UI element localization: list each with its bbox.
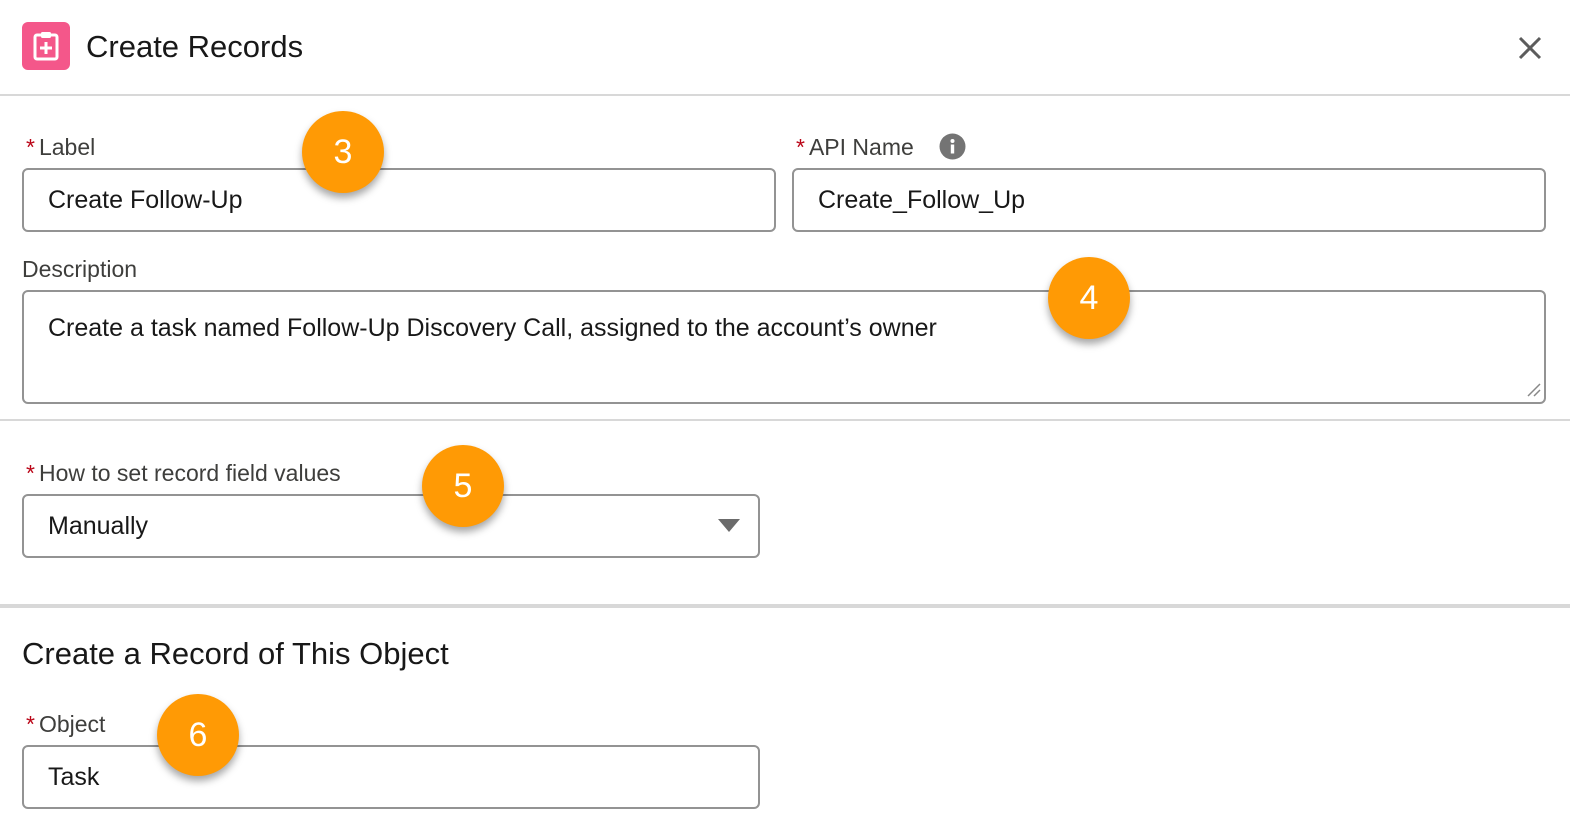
description-textarea[interactable]: Create a task named Follow-Up Discovery … (22, 290, 1546, 404)
how-to-set-select-value: Manually (48, 511, 149, 540)
object-field-label-text: Object (38, 711, 106, 737)
close-icon (1518, 36, 1542, 60)
close-button[interactable] (1512, 30, 1548, 66)
label-field-label-text: Label (38, 134, 96, 160)
object-input[interactable]: Task (22, 745, 760, 809)
description-field-label: Description (22, 256, 138, 282)
section-divider (0, 419, 1570, 421)
api-name-field-label-text: API Name (808, 134, 914, 160)
how-to-set-select[interactable]: Manually (22, 494, 760, 558)
object-field-label: * Object (26, 710, 105, 738)
api-name-input-value: Create_Follow_Up (818, 185, 1026, 214)
how-to-set-field-label: * How to set record field values (26, 459, 341, 487)
required-marker: * (26, 134, 35, 160)
required-marker: * (26, 711, 35, 737)
label-input-value: Create Follow-Up (48, 185, 243, 214)
section-divider (0, 604, 1570, 608)
label-input[interactable]: Create Follow-Up (22, 168, 776, 232)
create-records-dialog: Create Records * Label Create Follow-Up *… (0, 0, 1570, 832)
callout-badge-6: 6 (157, 694, 239, 776)
info-icon[interactable] (939, 133, 966, 160)
object-input-value: Task (48, 762, 100, 791)
create-records-icon (22, 22, 70, 70)
dialog-header: Create Records (0, 0, 1570, 96)
callout-badge-3: 3 (302, 111, 384, 193)
description-textarea-value: Create a task named Follow-Up Discovery … (48, 314, 937, 342)
callout-badge-5: 5 (422, 445, 504, 527)
section-title: Create a Record of This Object (22, 636, 449, 671)
label-field-label: * Label (26, 133, 95, 161)
api-name-input[interactable]: Create_Follow_Up (792, 168, 1546, 232)
callout-badge-4: 4 (1048, 257, 1130, 339)
required-marker: * (796, 134, 805, 160)
how-to-set-field-label-text: How to set record field values (38, 460, 341, 486)
dialog-title: Create Records (86, 29, 304, 64)
resize-handle-icon[interactable] (1524, 380, 1542, 398)
required-marker: * (26, 460, 35, 486)
api-name-field-label: * API Name (796, 133, 914, 161)
chevron-down-icon (718, 519, 740, 532)
